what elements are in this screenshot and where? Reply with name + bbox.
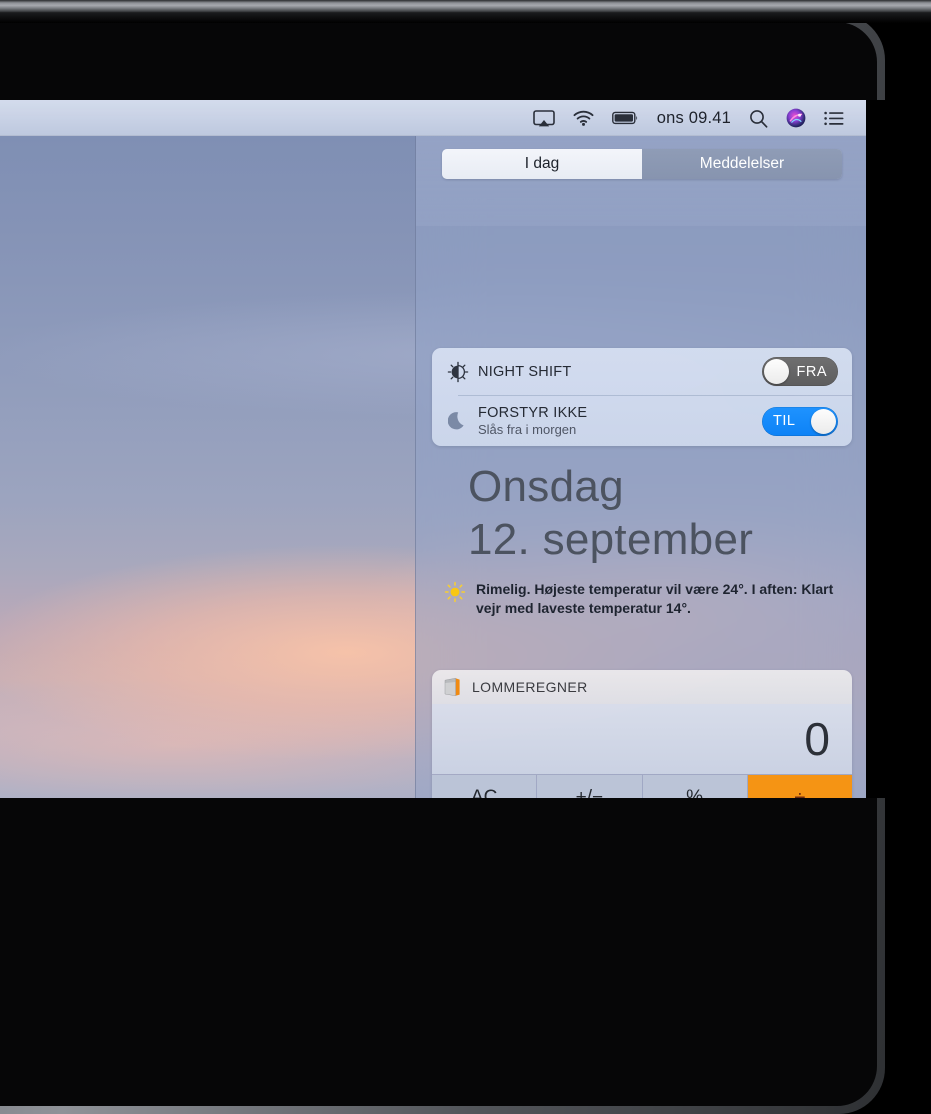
calculator-row-1: AC +/− % ÷ xyxy=(432,775,852,798)
weather-summary[interactable]: Rimelig. Højeste temperatur vil være 24°… xyxy=(444,580,844,618)
moon-icon xyxy=(444,410,472,432)
sun-icon xyxy=(444,581,466,608)
tab-i-dag[interactable]: I dag xyxy=(442,149,642,179)
calculator-title: LOMMEREGNER xyxy=(472,679,588,695)
wifi-icon[interactable] xyxy=(573,110,594,126)
night-shift-row[interactable]: NIGHT SHIFT FRA xyxy=(432,348,852,395)
calc-key-sign[interactable]: +/− xyxy=(537,775,642,798)
menu-bar-clock[interactable]: ons 09.41 xyxy=(657,109,731,128)
night-shift-toggle-knob xyxy=(764,359,789,384)
do-not-disturb-row[interactable]: FORSTYR IKKE Slås fra i morgen TIL xyxy=(432,396,852,446)
notification-center-tabs: I dag Meddelelser xyxy=(442,149,842,179)
calc-key-divide[interactable]: ÷ xyxy=(747,775,852,798)
bezel-right-void xyxy=(866,100,931,798)
search-icon[interactable] xyxy=(749,109,768,128)
night-shift-toggle[interactable]: FRA xyxy=(762,357,838,386)
night-shift-text: NIGHT SHIFT xyxy=(472,364,762,380)
menu-bar-status-items: ons 09.41 xyxy=(532,100,844,136)
airplay-icon[interactable] xyxy=(532,109,555,127)
lid-top-edge xyxy=(0,0,931,13)
do-not-disturb-text: FORSTYR IKKE Slås fra i morgen xyxy=(472,405,762,437)
do-not-disturb-toggle-label: TIL xyxy=(773,413,796,429)
date-weekday: Onsdag xyxy=(468,462,624,511)
do-not-disturb-toggle-knob xyxy=(811,408,836,434)
today-view: NIGHT SHIFT FRA FORSTYR IKKE Slås fra i … xyxy=(416,192,866,798)
calculator-widget: LOMMEREGNER 0 AC +/− % ÷ 7 8 9 xyxy=(432,670,852,798)
tab-meddelelser[interactable]: Meddelelser xyxy=(642,149,842,179)
do-not-disturb-subtitle: Slås fra i morgen xyxy=(478,422,577,437)
calc-key-percent[interactable]: % xyxy=(642,775,747,798)
quick-toggles-card: NIGHT SHIFT FRA FORSTYR IKKE Slås fra i … xyxy=(432,348,852,446)
night-shift-toggle-label: FRA xyxy=(796,363,827,380)
lid-edge-shadow xyxy=(0,13,931,23)
notification-center-icon[interactable] xyxy=(824,111,844,126)
calculator-display-value: 0 xyxy=(804,713,830,765)
night-shift-icon xyxy=(444,361,472,383)
calculator-widget-header: LOMMEREGNER xyxy=(432,670,852,704)
battery-icon[interactable] xyxy=(611,111,639,125)
calculator-display: 0 xyxy=(432,704,852,774)
date-block: Onsdag 12. september xyxy=(468,460,848,566)
do-not-disturb-title: FORSTYR IKKE xyxy=(478,405,588,421)
calculator-icon xyxy=(444,677,462,697)
do-not-disturb-toggle[interactable]: TIL xyxy=(762,406,838,436)
night-shift-title: NIGHT SHIFT xyxy=(478,363,572,380)
siri-icon[interactable] xyxy=(786,108,806,128)
date-day-month: 12. september xyxy=(468,515,754,564)
screen: ons 09.41 I dag Meddelelser NIGHT SHIFT … xyxy=(0,100,866,798)
laptop-device: ons 09.41 I dag Meddelelser NIGHT SHIFT … xyxy=(0,0,931,1114)
menu-bar: ons 09.41 xyxy=(0,100,866,136)
weather-text: Rimelig. Højeste temperatur vil være 24°… xyxy=(476,581,834,616)
calc-key-ac[interactable]: AC xyxy=(432,775,537,798)
notification-center-panel: I dag Meddelelser NIGHT SHIFT FRA FORSTY… xyxy=(415,136,866,798)
